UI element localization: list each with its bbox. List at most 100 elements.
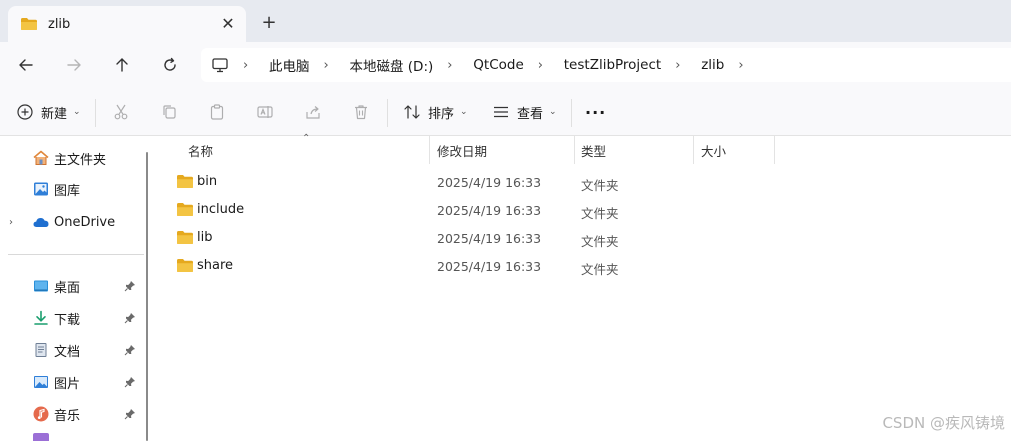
file-name: lib: [197, 230, 213, 245]
folder-icon: [177, 259, 193, 272]
file-modified: 2025/4/19 16:33: [437, 175, 542, 190]
sidebar-item-music[interactable]: 音乐: [0, 401, 146, 427]
sidebar-item-desktop[interactable]: 桌面: [0, 273, 146, 299]
breadcrumb-local-disk[interactable]: 本地磁盘 (D:): [350, 55, 434, 75]
column-divider[interactable]: [693, 136, 694, 164]
folder-icon: [177, 175, 193, 188]
command-bar: 新建 ⌄ 排序 ⌄ 查看 ⌄ ···: [0, 88, 1011, 136]
cloud-icon: [32, 213, 50, 231]
sort-label: 排序: [428, 106, 455, 122]
sidebar-item-label: 主文件夹: [54, 152, 107, 168]
sidebar-item-downloads[interactable]: 下载: [0, 305, 146, 331]
chevron-down-icon: ⌄: [549, 107, 557, 117]
sort-ascending-icon: ⌃: [302, 133, 311, 144]
share-button[interactable]: [304, 100, 322, 124]
chevron-down-icon: ⌄: [73, 107, 81, 117]
desktop-icon: [32, 277, 50, 295]
sidebar-item-label: OneDrive: [54, 214, 116, 230]
sidebar-item-label: 图库: [54, 183, 81, 199]
file-name: include: [197, 202, 245, 217]
folder-icon: [177, 203, 193, 216]
column-header-type[interactable]: 类型: [581, 136, 606, 164]
share-icon: [306, 106, 320, 119]
download-icon: [32, 309, 50, 327]
column-header-modified[interactable]: 修改日期: [437, 136, 487, 164]
paste-button[interactable]: [208, 100, 226, 124]
tab-zlib[interactable]: zlib ✕: [8, 6, 246, 42]
breadcrumb-testzlibproject[interactable]: testZlibProject: [564, 57, 661, 73]
delete-button[interactable]: [352, 100, 370, 124]
column-divider[interactable]: [574, 136, 575, 164]
scissors-icon: [114, 104, 128, 120]
column-header-size[interactable]: 大小: [701, 136, 726, 164]
rename-icon: [257, 106, 273, 118]
gallery-icon: [32, 180, 50, 198]
toolbar-divider: [571, 99, 572, 127]
new-label: 新建: [41, 106, 68, 122]
copy-button[interactable]: [160, 100, 178, 124]
folder-icon: [177, 231, 193, 244]
new-button[interactable]: 新建 ⌄: [16, 100, 81, 124]
sidebar-item-gallery[interactable]: 图库: [0, 176, 146, 202]
breadcrumb-separator[interactable]: ›: [675, 58, 685, 73]
pin-icon[interactable]: [124, 312, 136, 324]
more-options-button[interactable]: ···: [585, 100, 606, 124]
table-row[interactable]: include 2025/4/19 16:33 文件夹: [172, 196, 772, 224]
sidebar-item-documents[interactable]: 文档: [0, 337, 146, 363]
pictures-icon: [32, 373, 50, 391]
address-bar[interactable]: › 此电脑 › 本地磁盘 (D:) › QtCode › testZlibPro…: [201, 48, 1011, 82]
breadcrumb-separator[interactable]: ›: [324, 58, 334, 73]
refresh-icon: [164, 57, 176, 71]
pin-icon[interactable]: [124, 344, 136, 356]
arrow-left-icon: [19, 59, 33, 71]
sidebar-divider: [8, 254, 144, 255]
table-row[interactable]: bin 2025/4/19 16:33 文件夹: [172, 168, 772, 196]
table-row[interactable]: share 2025/4/19 16:33 文件夹: [172, 252, 772, 280]
breadcrumb-qtcode[interactable]: QtCode: [473, 57, 523, 73]
file-type: 文件夹: [581, 262, 619, 277]
document-icon: [32, 341, 50, 359]
sidebar-scrollbar[interactable]: [146, 152, 148, 441]
close-icon[interactable]: ✕: [218, 14, 238, 34]
new-tab-button[interactable]: +: [258, 12, 280, 34]
rename-button[interactable]: [256, 100, 274, 124]
forward-button[interactable]: [62, 53, 86, 77]
sidebar-item-pictures[interactable]: 图片: [0, 369, 146, 395]
breadcrumb-separator[interactable]: ›: [538, 58, 548, 73]
computer-icon: [212, 58, 228, 73]
sort-button[interactable]: 排序 ⌄: [403, 100, 468, 124]
column-divider[interactable]: [774, 136, 775, 164]
column-divider[interactable]: [429, 136, 430, 164]
breadcrumb-separator[interactable]: ›: [243, 58, 253, 73]
file-name: share: [197, 258, 234, 273]
breadcrumb-this-pc[interactable]: 此电脑: [269, 55, 310, 75]
back-button[interactable]: [14, 53, 38, 77]
pin-icon[interactable]: [124, 408, 136, 420]
videos-icon: [33, 433, 49, 441]
cut-button[interactable]: [112, 100, 130, 124]
file-modified: 2025/4/19 16:33: [437, 259, 542, 274]
table-row[interactable]: lib 2025/4/19 16:33 文件夹: [172, 224, 772, 252]
file-modified: 2025/4/19 16:33: [437, 231, 542, 246]
trash-icon: [355, 105, 367, 120]
view-button[interactable]: 查看 ⌄: [492, 100, 557, 124]
column-header-name[interactable]: 名称: [188, 136, 213, 164]
breadcrumb-separator[interactable]: ›: [447, 58, 457, 73]
view-label: 查看: [517, 106, 544, 122]
up-button[interactable]: [110, 53, 134, 77]
sidebar-item-home[interactable]: 主文件夹: [0, 145, 146, 171]
pin-icon[interactable]: [124, 280, 136, 292]
chevron-right-icon[interactable]: ›: [9, 217, 13, 228]
sidebar-item-label: 文档: [54, 344, 81, 360]
navigation-pane: 主文件夹 图库 › OneDrive 桌面 下载 文档 图片 音乐: [0, 136, 156, 441]
copy-icon: [163, 105, 176, 119]
arrow-right-icon: [67, 59, 81, 71]
breadcrumb-separator[interactable]: ›: [738, 58, 748, 73]
breadcrumb-zlib[interactable]: zlib: [701, 57, 724, 73]
sidebar-item-onedrive[interactable]: › OneDrive: [0, 209, 146, 235]
refresh-button[interactable]: [158, 53, 182, 77]
folder-icon: [21, 18, 37, 30]
view-list-icon: [494, 106, 508, 118]
chevron-down-icon: ⌄: [460, 107, 468, 117]
pin-icon[interactable]: [124, 376, 136, 388]
